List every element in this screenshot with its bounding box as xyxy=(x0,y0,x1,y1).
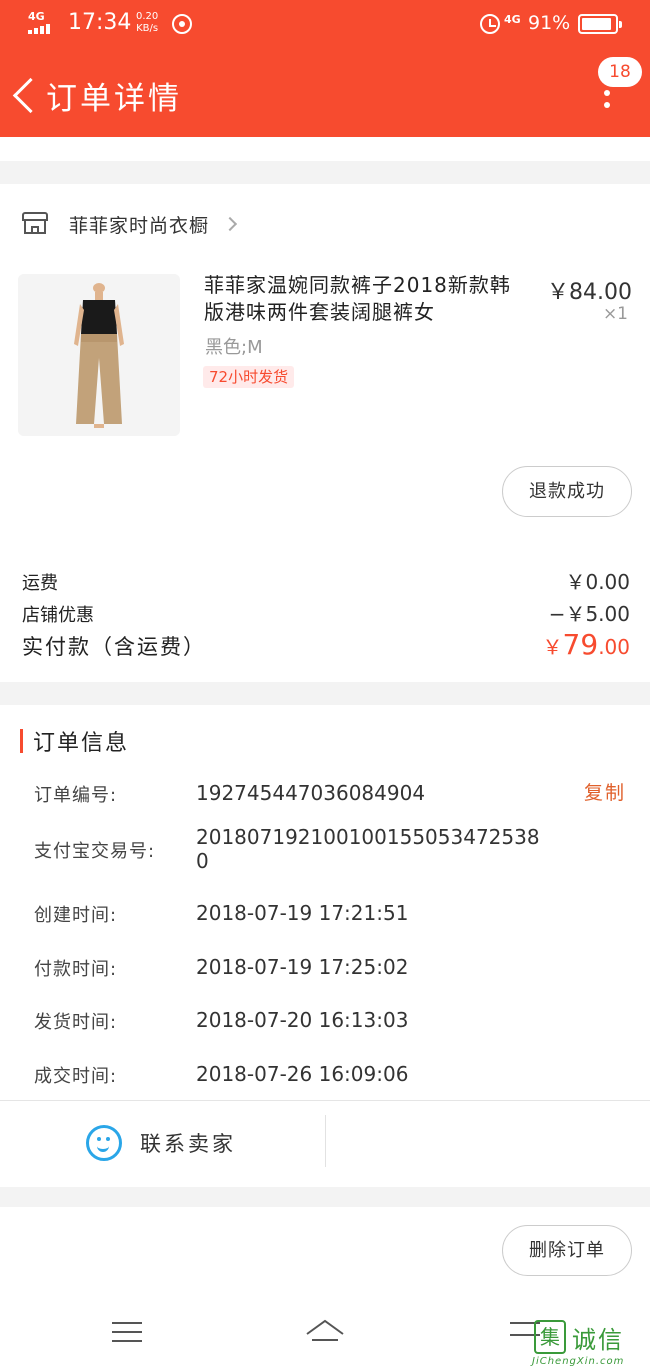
info-label: 订单编号: xyxy=(34,785,118,806)
total-decimal: .00 xyxy=(598,635,630,659)
chevron-right-icon xyxy=(222,216,238,232)
info-value: 2018071921001001550534725380 xyxy=(196,825,540,873)
product-price: ￥84.00 xyxy=(547,280,632,305)
back-chevron-left-icon[interactable] xyxy=(10,75,44,115)
delete-order-button[interactable]: 删除订单 xyxy=(502,1225,632,1276)
status-bar: 4G 17:34 0.20 KB/s 4G 91% xyxy=(0,0,650,50)
shop-discount-label: 店铺优惠 xyxy=(22,605,94,626)
info-value: 2018-07-26 16:09:06 xyxy=(196,1062,409,1086)
product-sku: 黑色;M xyxy=(205,337,263,358)
message-count-badge[interactable]: 18 xyxy=(598,57,642,87)
network-type-label: 4G xyxy=(28,10,45,23)
network-right-label: 4G xyxy=(504,13,521,26)
shop-discount-value: −￥5.00 xyxy=(548,602,630,626)
product-quantity: ×1 xyxy=(602,304,628,324)
status-time: 17:34 xyxy=(68,10,132,35)
info-value: 192745447036084904 xyxy=(196,781,426,805)
network-speed-unit: KB/s xyxy=(136,23,159,34)
order-card: 菲菲家时尚衣橱 菲菲家温婉同款裤子2018新款韩版港味两件套装阔腿裤女 ￥84.… xyxy=(0,184,650,682)
contact-bar: 联系卖家 xyxy=(0,1100,650,1187)
alarm-icon xyxy=(480,14,500,34)
hotspot-icon xyxy=(172,14,192,34)
battery-icon xyxy=(578,14,622,34)
watermark-sub: JiChengXin.com xyxy=(532,1356,625,1367)
total-paid-value: ￥79.00 xyxy=(543,628,630,661)
product-image[interactable] xyxy=(18,274,180,436)
order-info-heading: 订单信息 xyxy=(20,727,130,756)
shipping-promise-tag: 72小时发货 xyxy=(203,366,295,388)
shop-row[interactable]: 菲菲家时尚衣橱 xyxy=(22,208,238,240)
heading-accent-bar xyxy=(20,729,23,753)
network-speed: 0.20 KB/s xyxy=(136,11,158,35)
more-vertical-icon[interactable] xyxy=(598,86,618,116)
watermark-logo: 集 诚信 JiChengXin.com xyxy=(532,1320,646,1370)
order-info-title: 订单信息 xyxy=(33,731,130,756)
shipping-fee-row: 运费 ￥0.00 xyxy=(22,566,630,595)
page-title: 订单详情 xyxy=(46,81,182,117)
info-label: 支付宝交易号: xyxy=(34,841,156,862)
shop-name: 菲菲家时尚衣橱 xyxy=(69,214,210,237)
watermark-text: 诚信 xyxy=(572,1326,624,1354)
info-label: 发货时间: xyxy=(34,1012,118,1033)
menu-icon[interactable] xyxy=(112,1320,142,1344)
network-speed-value: 0.20 xyxy=(136,11,159,22)
divider xyxy=(325,1115,326,1167)
info-value: 2018-07-20 16:13:03 xyxy=(196,1008,409,1032)
product-title[interactable]: 菲菲家温婉同款裤子2018新款韩版港味两件套装阔腿裤女 xyxy=(204,272,522,326)
shipping-fee-value: ￥0.00 xyxy=(565,570,630,594)
copy-order-number-button[interactable]: 复制 xyxy=(584,778,626,805)
contact-seller-label: 联系卖家 xyxy=(140,1132,236,1156)
watermark-logo-char: 集 xyxy=(534,1320,566,1354)
shop-discount-row: 店铺优惠 −￥5.00 xyxy=(22,598,630,627)
info-value: 2018-07-19 17:21:51 xyxy=(196,901,409,925)
cellular-signal-icon: 4G xyxy=(28,10,58,36)
store-icon xyxy=(22,212,48,236)
shipping-fee-label: 运费 xyxy=(22,573,58,594)
info-label: 成交时间: xyxy=(34,1066,118,1087)
battery-percent: 91% xyxy=(528,12,571,34)
info-label: 创建时间: xyxy=(34,905,118,926)
order-info-card: 订单信息 复制 订单编号: 192745447036084904 支付宝交易号:… xyxy=(0,705,650,1187)
info-label: 付款时间: xyxy=(34,959,118,980)
total-integer: 79 xyxy=(562,628,599,661)
info-value: 2018-07-19 17:25:02 xyxy=(196,955,409,979)
total-paid-row: 实付款（含运费） ￥79.00 xyxy=(22,628,630,661)
top-strip xyxy=(0,137,650,161)
app-header: 4G 17:34 0.20 KB/s 4G 91% 订单详情 18 xyxy=(0,0,650,137)
home-icon[interactable] xyxy=(304,1316,346,1346)
contact-seller-button[interactable]: 联系卖家 xyxy=(86,1123,236,1163)
refund-status-button[interactable]: 退款成功 xyxy=(502,466,632,517)
total-paid-label: 实付款（含运费） xyxy=(22,635,206,659)
total-currency: ￥ xyxy=(542,635,563,659)
chat-smile-icon xyxy=(86,1125,122,1161)
